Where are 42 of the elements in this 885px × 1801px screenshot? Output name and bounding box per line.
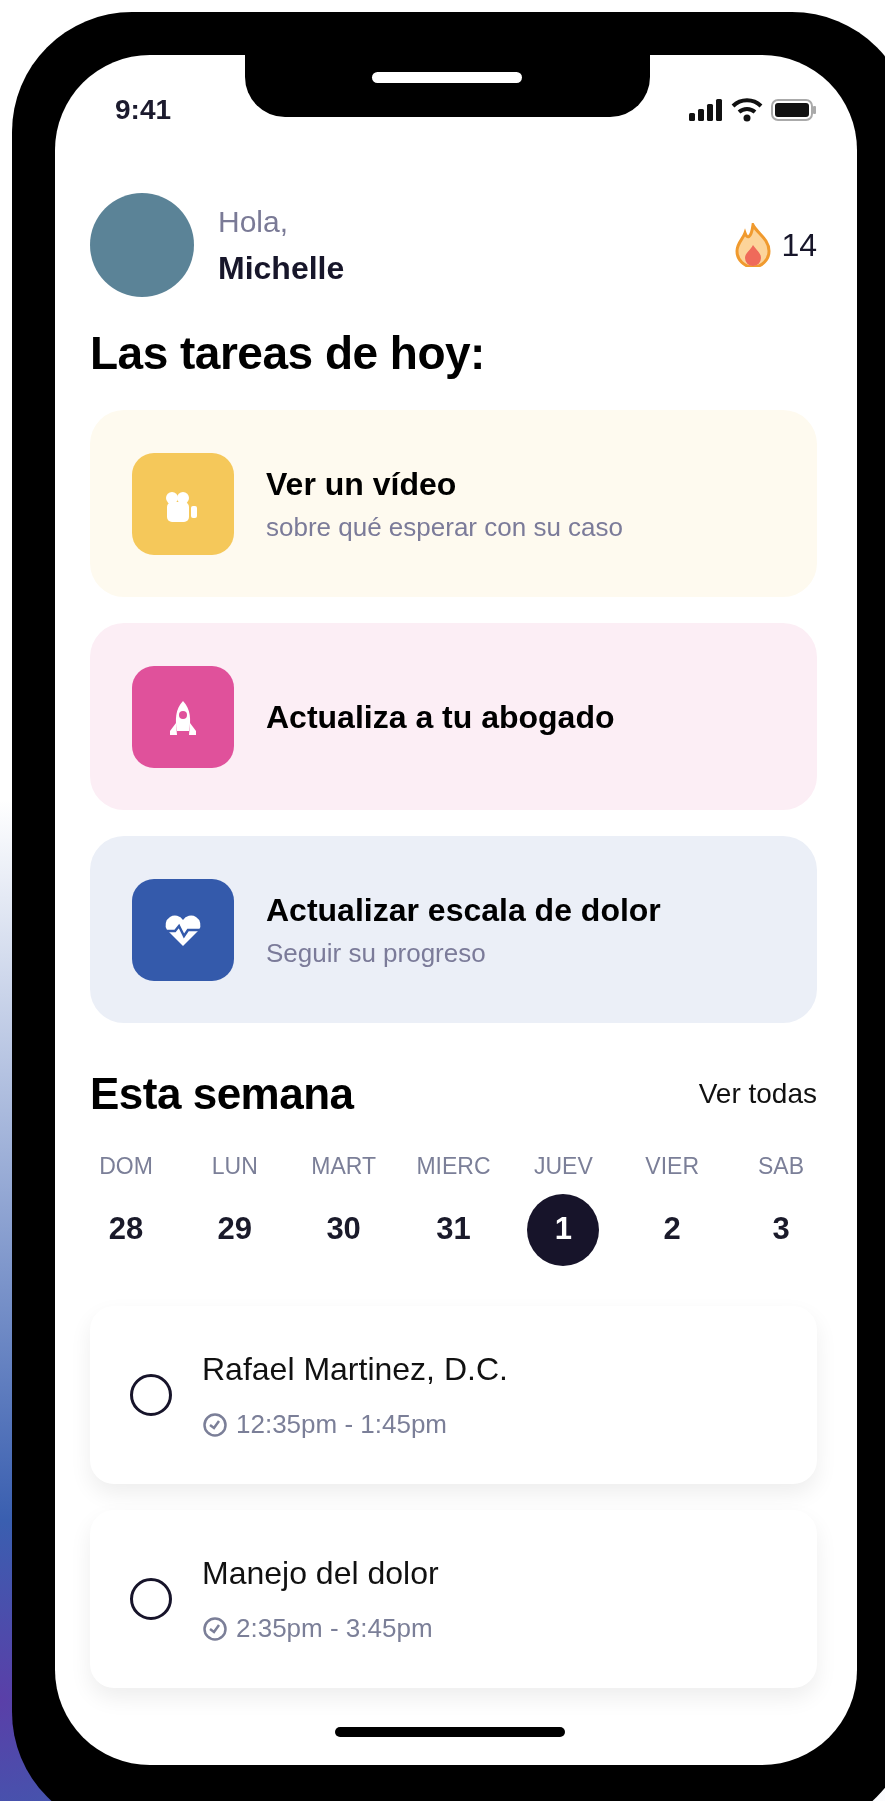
status-time: 9:41 [115, 93, 172, 127]
appointment-time: 2:35pm - 3:45pm [236, 1612, 433, 1645]
clock-icon [202, 1615, 228, 1642]
complete-checkbox[interactable] [130, 1373, 172, 1416]
weekday-label: JUEV [533, 1152, 593, 1181]
task-card[interactable]: Ver un vídeo sobre qué esperar con su caso [90, 410, 817, 597]
appointment-card[interactable]: Manejo del dolor 2:35pm - 3:45pm [90, 1509, 817, 1688]
see-all-link[interactable]: Ver todas [698, 1073, 817, 1115]
clock-icon [202, 1411, 228, 1438]
complete-checkbox[interactable] [130, 1577, 172, 1620]
date-item[interactable]: 3 [745, 1193, 817, 1266]
streak-count: 14 [781, 226, 817, 265]
date-item[interactable]: 28 [90, 1193, 162, 1266]
date-item[interactable]: 1 [527, 1193, 600, 1266]
wifi-icon [731, 98, 763, 122]
section-title: Las tareas de hoy: [90, 326, 486, 381]
task-subtitle: sobre qué esperar con su caso [266, 511, 623, 544]
weekday-label: SAB [758, 1152, 804, 1181]
greeting-text: Hola, [218, 203, 290, 240]
weekday-label: LUN [211, 1152, 258, 1181]
task-card[interactable]: Actualiza a tu abogado [90, 623, 817, 810]
date-item[interactable]: 2 [636, 1193, 709, 1266]
date-item[interactable]: 31 [417, 1193, 490, 1266]
date-item[interactable]: 29 [198, 1193, 271, 1266]
task-card[interactable]: Actualizar escala de dolor Seguir su progreso [90, 836, 817, 1023]
weekday-label: MART [311, 1152, 376, 1181]
weekday-label: DOM [99, 1152, 153, 1181]
weekday-label: MIERC [416, 1152, 491, 1181]
section-title: Esta semana [90, 1068, 354, 1120]
battery-icon [771, 99, 817, 121]
appointment-title: Manejo del dolor [202, 1554, 439, 1593]
task-title: Actualizar escala de dolor [266, 891, 661, 930]
appointment-time: 12:35pm - 1:45pm [236, 1408, 447, 1441]
task-title: Ver un vídeo [266, 465, 458, 504]
task-title: Actualiza a tu abogado [266, 697, 615, 737]
signal-icon [689, 99, 723, 121]
appointment-title: Rafael Martinez, D.C. [202, 1350, 508, 1389]
appointment-card[interactable]: Rafael Martinez, D.C. 12:35pm - 1:45pm [90, 1305, 817, 1484]
user-name: Michelle [218, 248, 345, 288]
date-item[interactable]: 30 [307, 1193, 380, 1266]
weekday-label: VIER [645, 1152, 700, 1181]
task-subtitle: Seguir su progreso [266, 937, 487, 970]
